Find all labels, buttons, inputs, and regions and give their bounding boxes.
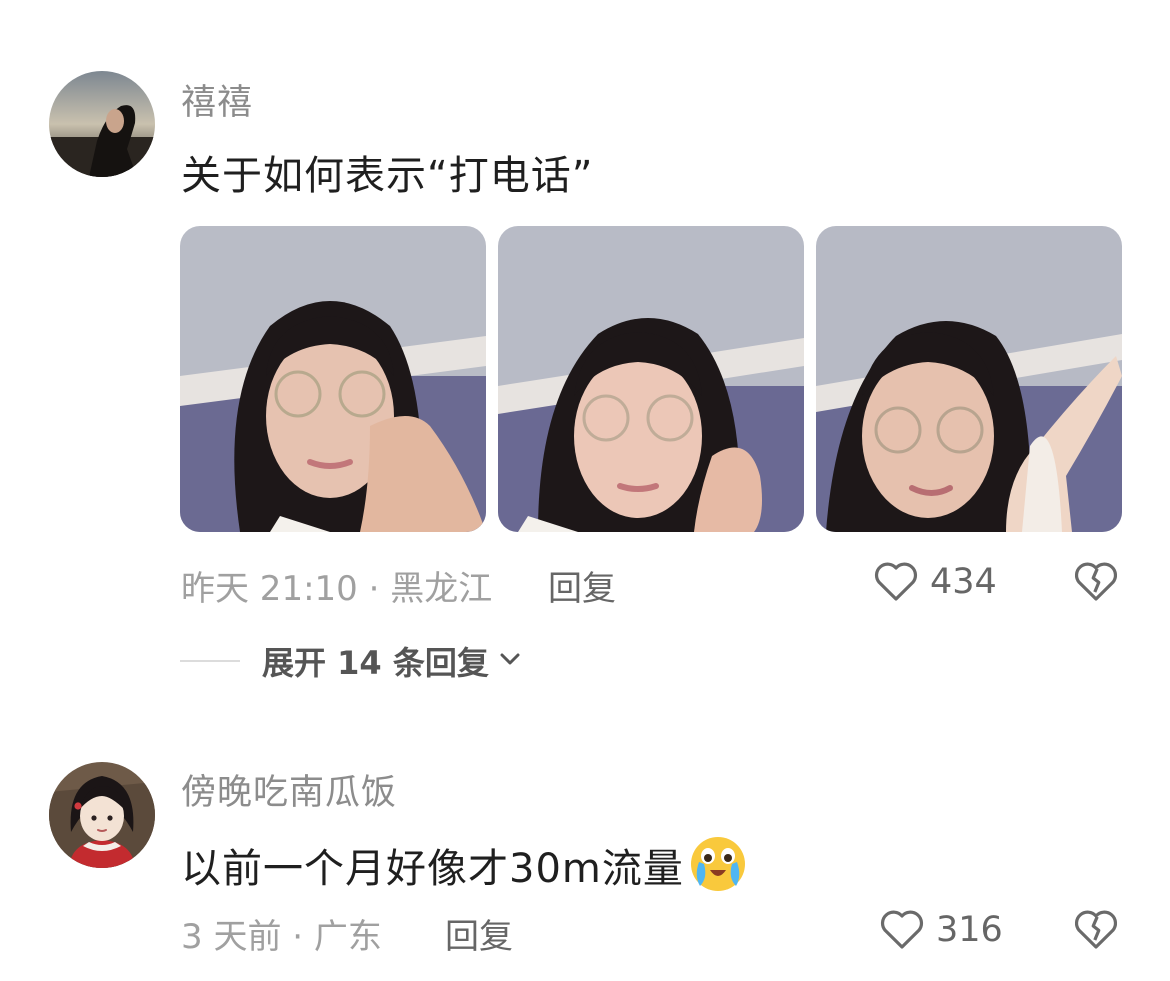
comment-timestamp-location: 3 天前 · 广东 bbox=[181, 917, 382, 957]
avatar[interactable] bbox=[49, 762, 155, 868]
comment-photo-2[interactable] bbox=[498, 226, 804, 532]
comment-photo-3[interactable] bbox=[816, 226, 1122, 532]
expand-divider-line bbox=[180, 660, 240, 662]
heart-outline-icon bbox=[872, 558, 920, 606]
like-count: 316 bbox=[936, 910, 1003, 950]
avatar[interactable] bbox=[49, 71, 155, 177]
expand-replies-button[interactable]: 展开 14 条回复 bbox=[180, 638, 521, 684]
comment-text: 以前一个月好像才30m流量 bbox=[181, 834, 748, 904]
like-count: 434 bbox=[930, 562, 997, 602]
chevron-down-icon bbox=[499, 651, 521, 671]
like-button[interactable]: 316 bbox=[878, 906, 1003, 954]
comment-text: 关于如何表示“打电话” bbox=[181, 153, 594, 199]
crying-laughing-emoji-icon bbox=[688, 834, 748, 904]
comment-username[interactable]: 傍晚吃南瓜饭 bbox=[181, 764, 397, 815]
dislike-button[interactable] bbox=[1072, 558, 1120, 606]
comment-username[interactable]: 禧禧 bbox=[181, 74, 253, 125]
reply-button[interactable]: 回复 bbox=[445, 909, 513, 958]
comment-photo-1[interactable] bbox=[180, 226, 486, 532]
comment-timestamp-location: 昨天 21:10 · 黑龙江 bbox=[181, 569, 493, 609]
heart-outline-icon bbox=[878, 906, 926, 954]
like-button[interactable]: 434 bbox=[872, 558, 997, 606]
dislike-button[interactable] bbox=[1072, 906, 1120, 954]
broken-heart-icon bbox=[1072, 910, 1120, 954]
reply-button[interactable]: 回复 bbox=[548, 561, 616, 610]
comment-text-body: 以前一个月好像才30m流量 bbox=[181, 846, 684, 892]
broken-heart-icon bbox=[1072, 562, 1120, 606]
expand-replies-label: 展开 14 条回复 bbox=[262, 644, 489, 682]
